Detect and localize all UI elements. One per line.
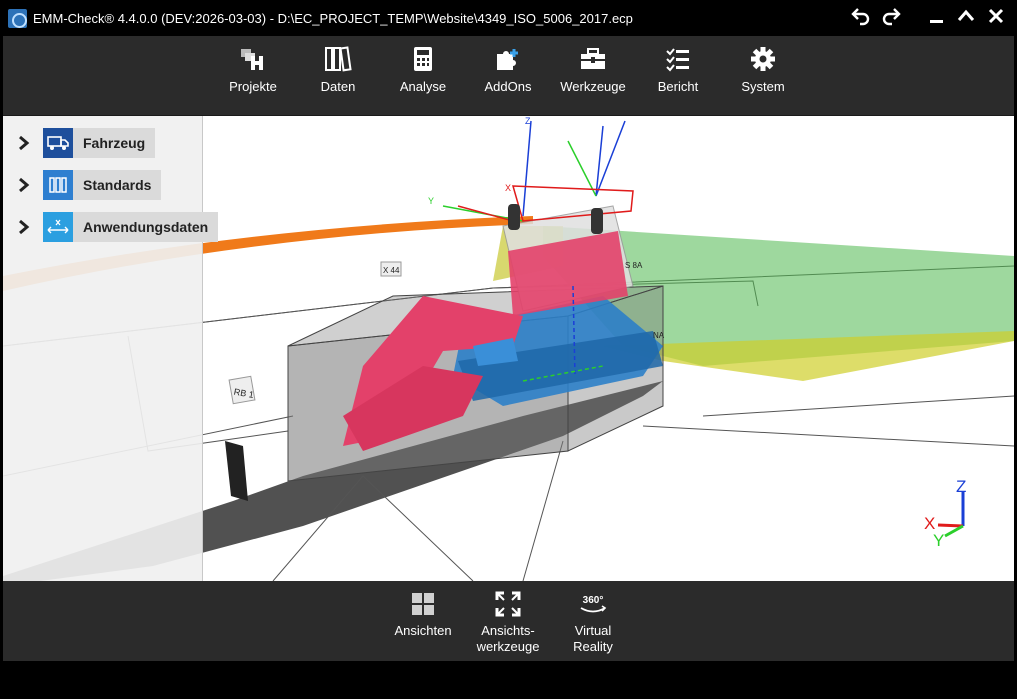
scene-label-tag3: NA bbox=[653, 331, 665, 340]
toolbar-bericht[interactable]: Bericht bbox=[638, 44, 718, 108]
toolbar-addons[interactable]: AddOns bbox=[468, 44, 548, 108]
toolbar-label: Werkzeuge bbox=[560, 79, 626, 94]
puzzle-icon bbox=[497, 49, 518, 70]
calculator-icon bbox=[414, 47, 432, 71]
bottom-tool-label: Ansichten bbox=[394, 623, 452, 638]
toolbar-projekte[interactable]: Projekte bbox=[213, 44, 293, 108]
axes-gizmo bbox=[937, 492, 965, 538]
chevron-right-icon[interactable] bbox=[17, 218, 31, 236]
toolbar-label: AddOns bbox=[484, 79, 532, 94]
checklist-icon bbox=[666, 48, 689, 72]
bottom-tool-virtual-reality[interactable]: 360° Virtual Reality bbox=[553, 589, 633, 659]
toolbar-label: Projekte bbox=[229, 79, 277, 94]
truck-icon bbox=[43, 128, 73, 158]
toolbar-label: System bbox=[741, 79, 785, 94]
scene-axis-x: X bbox=[505, 183, 511, 193]
bottom-tool-label: Ansichts-werkzeuge bbox=[476, 623, 540, 654]
window-title: EMM-Check® 4.4.0.0 (DEV:2026-03-03) - D:… bbox=[33, 11, 633, 26]
redo-icon[interactable] bbox=[878, 6, 904, 30]
xyz-arrows-icon bbox=[43, 212, 73, 242]
app-logo-icon bbox=[8, 9, 27, 28]
toolbar-label: Analyse bbox=[399, 79, 447, 94]
main-toolbar: Projekte Daten Analyse AddOns Werkzeuge … bbox=[3, 36, 1014, 116]
grid-views-icon bbox=[412, 593, 434, 615]
toolbar-label: Bericht bbox=[657, 79, 699, 94]
panel-item-label: Standards bbox=[83, 177, 152, 193]
toolbar-werkzeuge[interactable]: Werkzeuge bbox=[553, 44, 633, 108]
3d-viewport[interactable]: RB 1 X 44 S 8A NA X Y Z Z X Y Fahrzeug S… bbox=[3, 116, 1014, 581]
vr-360-icon: 360° bbox=[580, 595, 607, 613]
scene-axis-y: Y bbox=[428, 196, 434, 206]
scene-axis-z: Z bbox=[525, 116, 531, 126]
bottom-toolbar: Ansichten Ansichts-werkzeuge 360° Virtua… bbox=[3, 581, 1014, 661]
scene-label-tag2: S 8A bbox=[625, 261, 643, 270]
toolbar-label: Daten bbox=[320, 79, 356, 94]
minimize-button[interactable] bbox=[924, 6, 950, 30]
bottom-tool-label: Virtual Reality bbox=[573, 623, 613, 654]
scene-label-tag1: X 44 bbox=[383, 266, 400, 275]
projects-icon bbox=[241, 49, 263, 70]
expand-icon bbox=[495, 591, 521, 617]
toolbar-analyse[interactable]: Analyse bbox=[383, 44, 463, 108]
window-footer bbox=[0, 661, 1017, 699]
gear-icon bbox=[751, 47, 775, 71]
undo-icon[interactable] bbox=[848, 6, 874, 30]
data-binders-icon bbox=[325, 46, 352, 72]
binders-icon bbox=[43, 170, 73, 200]
maximize-button[interactable] bbox=[953, 6, 979, 30]
title-bar: EMM-Check® 4.4.0.0 (DEV:2026-03-03) - D:… bbox=[0, 0, 1017, 36]
panel-item-label: Anwendungsdaten bbox=[83, 219, 209, 235]
bottom-tool-ansichten[interactable]: Ansichten bbox=[383, 589, 463, 659]
svg-text:360°: 360° bbox=[583, 595, 604, 606]
gizmo-z-label: Z bbox=[956, 477, 967, 496]
toolbox-icon bbox=[581, 48, 605, 69]
bottom-tool-ansichtswerkzeuge[interactable]: Ansichts-werkzeuge bbox=[468, 589, 548, 659]
close-button[interactable] bbox=[983, 6, 1009, 30]
gizmo-y-label: Y bbox=[933, 531, 945, 550]
chevron-right-icon[interactable] bbox=[17, 176, 31, 194]
toolbar-daten[interactable]: Daten bbox=[298, 44, 378, 108]
side-panel: Fahrzeug Standards Anwendungsdaten bbox=[3, 116, 219, 581]
toolbar-system[interactable]: System bbox=[723, 44, 803, 108]
chevron-right-icon[interactable] bbox=[17, 134, 31, 152]
panel-item-label: Fahrzeug bbox=[83, 135, 146, 151]
